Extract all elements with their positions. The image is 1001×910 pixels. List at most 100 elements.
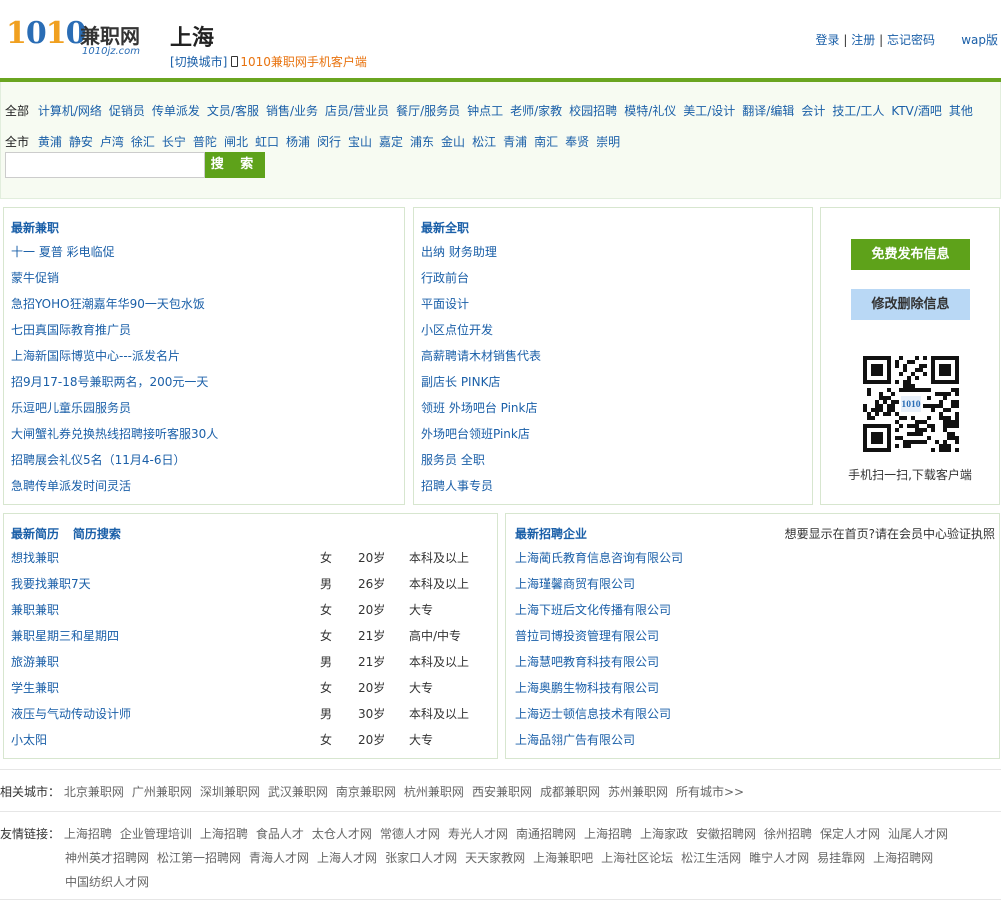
fulltime-job-link[interactable]: 外场吧台领班Pink店	[421, 427, 530, 441]
mobile-app-link[interactable]: 1010兼职网手机客户端	[240, 55, 367, 69]
area-link[interactable]: 黄浦	[38, 135, 62, 149]
resume-name-link[interactable]: 我要找兼职7天	[11, 571, 91, 597]
area-link[interactable]: 虹口	[255, 135, 279, 149]
category-link[interactable]: 校园招聘	[569, 104, 617, 118]
friend-link[interactable]: 上海招聘网	[873, 851, 933, 865]
parttime-job-link[interactable]: 大闸蟹礼券兑换热线招聘接听客服30人	[11, 427, 218, 441]
wap-version-link[interactable]: wap版	[961, 31, 998, 48]
category-link[interactable]: KTV/酒吧	[891, 104, 942, 118]
switch-city-link[interactable]: [切换城市]	[170, 55, 227, 69]
related-city-link[interactable]: 苏州兼职网	[608, 785, 668, 799]
resume-name-link[interactable]: 学生兼职	[11, 675, 59, 701]
parttime-job-link[interactable]: 上海新国际博览中心---派发名片	[11, 349, 180, 363]
category-link[interactable]: 促销员	[109, 104, 145, 118]
resume-name-link[interactable]: 液压与气动传动设计师	[11, 701, 131, 727]
parttime-job-link[interactable]: 急聘传单派发时间灵活	[11, 479, 131, 493]
friend-link[interactable]: 上海招聘	[584, 827, 632, 841]
category-link[interactable]: 文员/客服	[207, 104, 259, 118]
company-link[interactable]: 上海品翎广告有限公司	[515, 733, 635, 747]
related-city-link[interactable]: 北京兼职网	[64, 785, 124, 799]
company-link[interactable]: 上海迈士顿信息技术有限公司	[515, 707, 671, 721]
verify-license-note[interactable]: 想要显示在首页?请在会员中心验证执照	[785, 525, 995, 542]
fulltime-job-link[interactable]: 小区点位开发	[421, 323, 493, 337]
edit-delete-info-button[interactable]: 修改删除信息	[851, 289, 970, 320]
company-link[interactable]: 上海瑾馨商贸有限公司	[515, 577, 635, 591]
related-city-link[interactable]: 所有城市>>	[676, 785, 744, 799]
related-city-link[interactable]: 武汉兼职网	[268, 785, 328, 799]
category-link[interactable]: 老师/家教	[510, 104, 562, 118]
related-city-link[interactable]: 深圳兼职网	[200, 785, 260, 799]
friend-link[interactable]: 常德人才网	[380, 827, 440, 841]
fulltime-job-link[interactable]: 领班 外场吧台 Pink店	[421, 401, 538, 415]
company-link[interactable]: 上海下班后文化传播有限公司	[515, 603, 671, 617]
friend-link[interactable]: 寿光人才网	[448, 827, 508, 841]
friend-link[interactable]: 上海招聘	[64, 827, 112, 841]
search-input[interactable]	[5, 152, 205, 178]
fulltime-job-link[interactable]: 招聘人事专员	[421, 479, 493, 493]
related-city-link[interactable]: 西安兼职网	[472, 785, 532, 799]
area-link[interactable]: 杨浦	[286, 135, 310, 149]
related-city-link[interactable]: 杭州兼职网	[404, 785, 464, 799]
category-link[interactable]: 技工/工人	[832, 104, 884, 118]
area-link[interactable]: 闸北	[224, 135, 248, 149]
area-link[interactable]: 青浦	[503, 135, 527, 149]
category-link[interactable]: 模特/礼仪	[624, 104, 676, 118]
category-link[interactable]: 计算机/网络	[38, 104, 102, 118]
company-link[interactable]: 上海蔺氏教育信息咨询有限公司	[515, 551, 683, 565]
fulltime-job-link[interactable]: 平面设计	[421, 297, 469, 311]
area-link[interactable]: 嘉定	[379, 135, 403, 149]
parttime-job-link[interactable]: 招9月17-18号兼职两名，200元一天	[11, 375, 208, 389]
related-city-link[interactable]: 广州兼职网	[132, 785, 192, 799]
friend-link[interactable]: 徐州招聘	[764, 827, 812, 841]
company-link[interactable]: 上海奥鹏生物科技有限公司	[515, 681, 659, 695]
friend-link[interactable]: 南通招聘网	[516, 827, 576, 841]
friend-link[interactable]: 太仓人才网	[312, 827, 372, 841]
area-link[interactable]: 南汇	[534, 135, 558, 149]
friend-link[interactable]: 汕尾人才网	[888, 827, 948, 841]
forgot-password-link[interactable]: 忘记密码	[887, 33, 935, 47]
latest-resumes-title[interactable]: 最新简历	[11, 527, 59, 541]
category-link[interactable]: 美工/设计	[683, 104, 735, 118]
category-link[interactable]: 其他	[949, 104, 973, 118]
friend-link[interactable]: 上海兼职吧	[533, 851, 593, 865]
friend-link[interactable]: 食品人才	[256, 827, 304, 841]
category-link[interactable]: 传单派发	[152, 104, 200, 118]
parttime-job-link[interactable]: 蒙牛促销	[11, 271, 59, 285]
area-link[interactable]: 浦东	[410, 135, 434, 149]
category-link[interactable]: 销售/业务	[266, 104, 318, 118]
area-link[interactable]: 卢湾	[100, 135, 124, 149]
area-link[interactable]: 普陀	[193, 135, 217, 149]
friend-link[interactable]: 安徽招聘网	[696, 827, 756, 841]
latest-companies-title[interactable]: 最新招聘企业	[515, 525, 587, 542]
fulltime-job-link[interactable]: 高薪聘请木材销售代表	[421, 349, 541, 363]
friend-link[interactable]: 神州英才招聘网	[65, 851, 149, 865]
friend-link[interactable]: 上海家政	[640, 827, 688, 841]
company-link[interactable]: 上海慧吧教育科技有限公司	[515, 655, 659, 669]
resume-name-link[interactable]: 想找兼职	[11, 545, 59, 571]
area-link[interactable]: 闵行	[317, 135, 341, 149]
friend-link[interactable]: 天天家教网	[465, 851, 525, 865]
category-link[interactable]: 翻译/编辑	[742, 104, 794, 118]
friend-link[interactable]: 上海招聘	[200, 827, 248, 841]
friend-link[interactable]: 松江生活网	[681, 851, 741, 865]
friend-link[interactable]: 上海社区论坛	[601, 851, 673, 865]
category-all[interactable]: 全部	[5, 104, 29, 118]
parttime-job-link[interactable]: 急招YOHO狂潮嘉年华90一天包水饭	[11, 297, 205, 311]
area-link[interactable]: 静安	[69, 135, 93, 149]
site-logo[interactable]: 1010 兼职网 1010jz.com	[6, 16, 156, 60]
login-link[interactable]: 登录	[816, 33, 840, 47]
area-link[interactable]: 奉贤	[565, 135, 589, 149]
area-link[interactable]: 长宁	[162, 135, 186, 149]
friend-link[interactable]: 张家口人才网	[385, 851, 457, 865]
parttime-job-link[interactable]: 乐逗吧儿童乐园服务员	[11, 401, 131, 415]
friend-link[interactable]: 松江第一招聘网	[157, 851, 241, 865]
latest-parttime-title[interactable]: 最新兼职	[11, 219, 59, 236]
related-city-link[interactable]: 南京兼职网	[336, 785, 396, 799]
friend-link[interactable]: 保定人才网	[820, 827, 880, 841]
area-link[interactable]: 宝山	[348, 135, 372, 149]
fulltime-job-link[interactable]: 副店长 PINK店	[421, 375, 500, 389]
parttime-job-link[interactable]: 招聘展会礼仪5名（11月4-6日）	[11, 453, 186, 467]
latest-fulltime-title[interactable]: 最新全职	[421, 219, 469, 236]
resume-name-link[interactable]: 兼职星期三和星期四	[11, 623, 119, 649]
resume-name-link[interactable]: 旅游兼职	[11, 649, 59, 675]
